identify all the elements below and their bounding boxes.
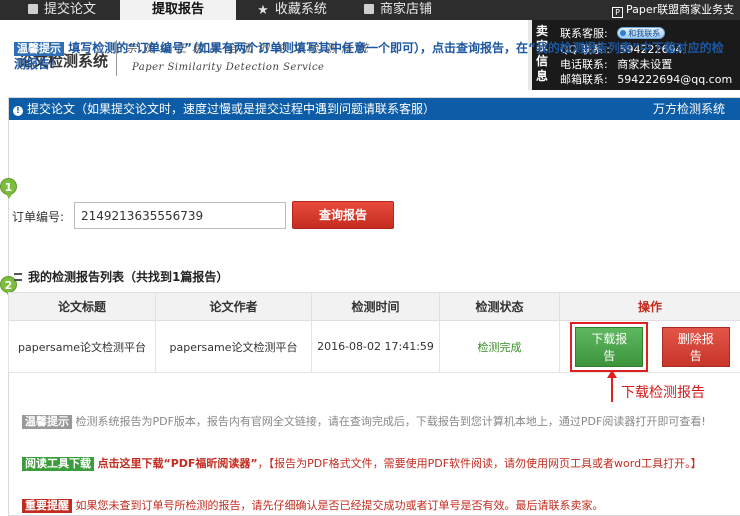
cell-actions: 下载报 告 删除报 告	[559, 320, 740, 373]
pdf-reader-download-link[interactable]: 点击这里下载“PDF福昕阅读器”	[98, 457, 258, 470]
cart-icon	[363, 4, 374, 14]
cell-status: 检测完成	[439, 320, 560, 373]
qq-icon	[620, 30, 627, 36]
annotation-download-label: 下载检测报告	[621, 385, 705, 401]
partner-logo-icon: P	[612, 7, 623, 18]
star-icon: ★	[257, 3, 269, 18]
info-icon: !	[13, 106, 23, 116]
tip-reader-download: 阅读工具下载 点击这里下载“PDF福昕阅读器”，【报告为PDF格式文件，需要使用…	[22, 456, 738, 472]
tip-label: 温馨提示	[14, 42, 64, 56]
tab-get-report[interactable]: 提取报告	[120, 0, 236, 20]
col-header-author: 论文作者	[155, 292, 312, 321]
report-table: 论文标题 论文作者 检测时间 检测状态 操作 papersame论文检测平台 p…	[8, 292, 740, 373]
tip-label: 重要提醒	[22, 499, 72, 513]
table-row: papersame论文检测平台 papersame论文检测平台 2016-08-…	[8, 320, 740, 373]
tip-important-reminder: 重要提醒 如果您未查到订单号所检测的报告，请先仔细确认是否已经提交成功或者订单号…	[22, 498, 738, 514]
tip-fill-order: 温馨提示 填写检测的“订单编号”（如果有两个订单则填写其中任意一个即可），点击查…	[14, 41, 724, 71]
tab-submit-paper[interactable]: 提交论文	[8, 0, 116, 20]
query-report-button[interactable]: 查询报告	[292, 201, 394, 229]
download-report-button[interactable]: 下载报 告	[575, 326, 644, 367]
contact-service-row: 联系客服: 和我联系	[560, 25, 666, 41]
col-header-title: 论文标题	[8, 292, 156, 321]
cell-author: papersame论文检测平台	[155, 320, 312, 373]
tab-favorites[interactable]: ★ 收藏系统	[240, 0, 344, 20]
cell-time: 2016-08-02 17:41:59	[311, 320, 440, 373]
list-icon	[14, 273, 22, 281]
panel-header: ! 提交论文（如果提交论文时，速度过慢或是提交过程中遇到问题请联系客服） 万方检测…	[9, 98, 740, 120]
col-header-time: 检测时间	[311, 292, 440, 321]
email-row: 邮箱联系: 594222694@qq.com	[560, 73, 733, 86]
wanfang-system-label: 万方检测系统	[652, 102, 725, 116]
col-header-actions: 操作	[559, 292, 740, 321]
top-nav-bar: 提交论文 提取报告 ★ 收藏系统 商家店铺 P Paper联盟商家业务支	[0, 0, 740, 20]
partner-link[interactable]: P Paper联盟商家业务支	[608, 0, 740, 20]
table-header-row: 论文标题 论文作者 检测时间 检测状态 操作	[8, 292, 740, 321]
order-number-label: 订单编号:	[12, 210, 65, 224]
download-highlight-box: 下载报 告	[570, 321, 649, 372]
delete-report-button[interactable]: 删除报 告	[661, 326, 730, 367]
step-1-marker: 1	[0, 178, 17, 199]
report-list-title: 我的检测报告列表（共找到1篇报告）	[14, 268, 228, 285]
tip-label: 阅读工具下载	[22, 457, 94, 471]
order-number-input[interactable]	[74, 202, 286, 229]
col-header-status: 检测状态	[439, 292, 560, 321]
annotation-arrow-icon	[607, 370, 617, 402]
grid-icon	[27, 4, 38, 14]
tip-label: 温馨提示	[22, 415, 72, 429]
tip-pdf-info: 温馨提示 检测系统报告为PDF版本，报告内有官网全文链接，请在查询完成后，下载报…	[22, 414, 738, 430]
tab-shop[interactable]: 商家店铺	[346, 0, 450, 20]
cell-title: papersame论文检测平台	[8, 320, 156, 373]
qq-contact-button[interactable]: 和我联系	[617, 27, 666, 39]
